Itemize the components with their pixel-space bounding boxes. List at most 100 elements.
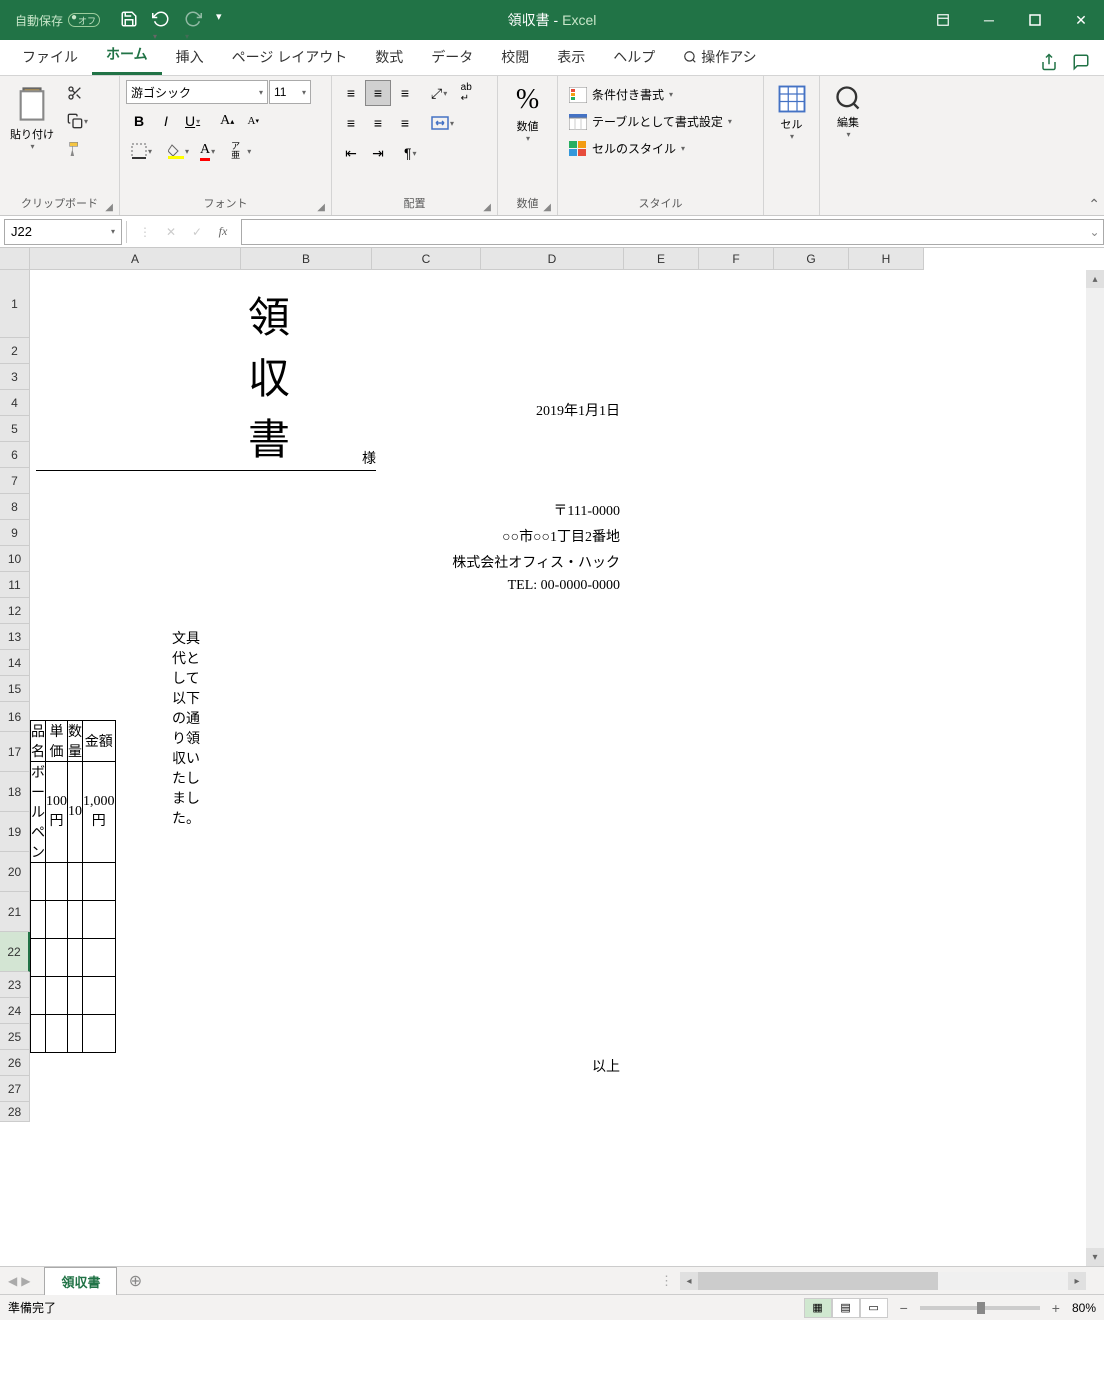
table-cell[interactable]: 1,000円 xyxy=(83,762,116,863)
autosave-switch[interactable]: オフ xyxy=(68,13,100,27)
row-header-24[interactable]: 24 xyxy=(0,998,30,1024)
furigana-icon[interactable]: ア 亜 xyxy=(226,138,245,164)
underline-icon[interactable]: U▾ xyxy=(180,108,205,134)
select-all-corner[interactable] xyxy=(0,248,30,270)
fill-color-icon[interactable]: ▾ xyxy=(163,138,194,164)
page-break-view-icon[interactable]: ▭ xyxy=(860,1298,888,1318)
col-header-F[interactable]: F xyxy=(699,248,774,270)
editing-button[interactable]: 編集 ▾ xyxy=(830,80,866,143)
row-header-8[interactable]: 8 xyxy=(0,494,30,520)
autosave-toggle[interactable]: 自動保存 オフ xyxy=(15,12,100,29)
row-header-18[interactable]: 18 xyxy=(0,772,30,812)
cut-icon[interactable] xyxy=(62,80,88,106)
table-cell[interactable] xyxy=(31,863,46,901)
align-center-icon[interactable]: ≡ xyxy=(365,110,391,136)
tab-file[interactable]: ファイル xyxy=(8,39,92,75)
row-header-15[interactable]: 15 xyxy=(0,676,30,702)
row-header-27[interactable]: 27 xyxy=(0,1076,30,1102)
redo-icon[interactable]: ▾ xyxy=(184,10,204,30)
row-header-6[interactable]: 6 xyxy=(0,442,30,468)
normal-view-icon[interactable]: ▦ xyxy=(804,1298,832,1318)
table-cell[interactable] xyxy=(68,1015,83,1053)
cell-styles-button[interactable]: セルのスタイル▾ xyxy=(564,138,736,159)
collapse-ribbon-icon[interactable]: ⌃ xyxy=(1088,196,1100,213)
launcher-icon[interactable]: ◢ xyxy=(483,202,491,213)
col-header-G[interactable]: G xyxy=(774,248,849,270)
zoom-out-icon[interactable]: − xyxy=(896,1300,912,1316)
table-cell[interactable] xyxy=(68,939,83,977)
number-format-button[interactable]: % 数値 ▾ xyxy=(512,80,543,147)
align-left-icon[interactable]: ≡ xyxy=(338,110,364,136)
tab-help[interactable]: ヘルプ xyxy=(599,39,669,75)
format-painter-icon[interactable] xyxy=(62,136,88,162)
font-size-select[interactable]: 11▾ xyxy=(269,80,311,104)
row-header-21[interactable]: 21 xyxy=(0,892,30,932)
sheet-next-icon[interactable]: ▶ xyxy=(21,1274,30,1288)
table-cell[interactable] xyxy=(83,901,116,939)
zoom-thumb[interactable] xyxy=(977,1302,985,1314)
row-header-20[interactable]: 20 xyxy=(0,852,30,892)
launcher-icon[interactable]: ◢ xyxy=(105,202,113,213)
orientation-icon[interactable]: ⤢▾ xyxy=(426,80,452,106)
save-icon[interactable] xyxy=(120,10,140,30)
tab-data[interactable]: データ xyxy=(417,39,487,75)
scroll-left-icon[interactable]: ◂ xyxy=(680,1272,698,1290)
scroll-right-icon[interactable]: ▸ xyxy=(1068,1272,1086,1290)
row-header-1[interactable]: 1 xyxy=(0,270,30,338)
table-cell[interactable] xyxy=(31,901,46,939)
zoom-level[interactable]: 80% xyxy=(1072,1301,1096,1315)
row-header-17[interactable]: 17 xyxy=(0,732,30,772)
align-middle-icon[interactable]: ≡ xyxy=(365,80,391,106)
maximize-icon[interactable] xyxy=(1012,0,1058,40)
align-bottom-icon[interactable]: ≡ xyxy=(392,80,418,106)
table-cell[interactable] xyxy=(68,901,83,939)
tab-home[interactable]: ホーム xyxy=(92,36,162,75)
scroll-thumb[interactable] xyxy=(698,1272,938,1290)
format-as-table-button[interactable]: テーブルとして書式設定▾ xyxy=(564,111,736,132)
italic-icon[interactable]: I xyxy=(153,108,179,134)
table-cell[interactable] xyxy=(46,977,68,1015)
formula-input[interactable] xyxy=(241,219,1086,245)
col-header-B[interactable]: B xyxy=(241,248,372,270)
share-icon[interactable] xyxy=(1040,53,1062,75)
table-cell[interactable] xyxy=(31,1015,46,1053)
table-cell[interactable] xyxy=(31,977,46,1015)
col-header-D[interactable]: D xyxy=(481,248,624,270)
decrease-indent-icon[interactable]: ⇤ xyxy=(338,140,364,166)
tab-view[interactable]: 表示 xyxy=(543,39,599,75)
table-cell[interactable] xyxy=(83,977,116,1015)
col-header-E[interactable]: E xyxy=(624,248,699,270)
comments-icon[interactable] xyxy=(1072,53,1094,75)
row-header-25[interactable]: 25 xyxy=(0,1024,30,1050)
merge-icon[interactable]: ▾ xyxy=(426,110,459,136)
vertical-scrollbar[interactable]: ▴ ▾ xyxy=(1086,270,1104,1266)
font-color-icon[interactable]: A▾ xyxy=(195,138,220,164)
increase-font-icon[interactable]: A▴ xyxy=(215,108,239,134)
table-cell[interactable] xyxy=(46,863,68,901)
sheet-tab-active[interactable]: 領収書 xyxy=(44,1267,117,1295)
launcher-icon[interactable]: ◢ xyxy=(317,202,325,213)
row-header-12[interactable]: 12 xyxy=(0,598,30,624)
launcher-icon[interactable]: ◢ xyxy=(543,202,551,213)
copy-icon[interactable]: ▾ xyxy=(62,108,93,134)
row-header-26[interactable]: 26 xyxy=(0,1050,30,1076)
row-header-9[interactable]: 9 xyxy=(0,520,30,546)
border-icon[interactable]: ▾ xyxy=(126,138,157,164)
cells-button[interactable]: セル ▾ xyxy=(773,80,811,145)
increase-indent-icon[interactable]: ⇥ xyxy=(365,140,391,166)
minimize-icon[interactable]: ─ xyxy=(966,0,1012,40)
table-cell[interactable] xyxy=(46,901,68,939)
row-header-22[interactable]: 22 xyxy=(0,932,30,972)
font-name-select[interactable]: 游ゴシック▾ xyxy=(126,80,268,104)
expand-formula-icon[interactable]: ⌄ xyxy=(1086,219,1104,245)
page-layout-view-icon[interactable]: ▤ xyxy=(832,1298,860,1318)
scroll-down-icon[interactable]: ▾ xyxy=(1086,1248,1104,1266)
table-cell[interactable]: 100円 xyxy=(46,762,68,863)
ribbon-options-icon[interactable] xyxy=(920,0,966,40)
wrap-text-icon[interactable]: ab↵ xyxy=(453,80,479,106)
table-cell[interactable] xyxy=(31,939,46,977)
row-header-4[interactable]: 4 xyxy=(0,390,30,416)
tab-review[interactable]: 校閲 xyxy=(487,39,543,75)
paste-button[interactable]: 貼り付け ▾ xyxy=(6,80,58,155)
zoom-slider[interactable] xyxy=(920,1306,1040,1310)
